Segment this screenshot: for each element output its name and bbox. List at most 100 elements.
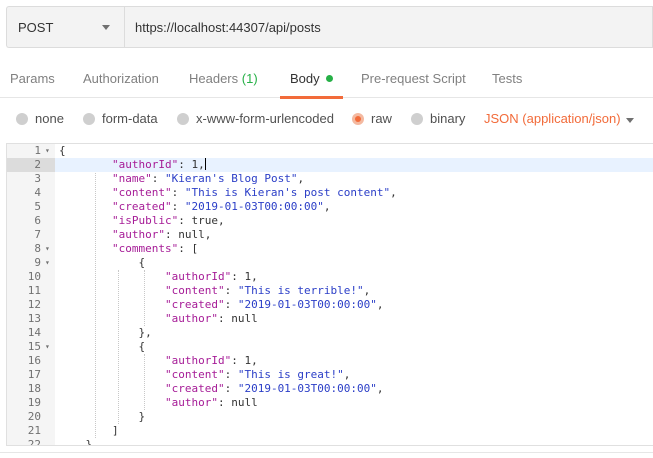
code-line[interactable]: 6 "isPublic": true, xyxy=(7,214,653,228)
code-line[interactable]: 20 } xyxy=(7,410,653,424)
code-text: } xyxy=(59,438,92,445)
radio-none[interactable]: none xyxy=(16,111,64,126)
radio-form-data-label: form-data xyxy=(102,111,158,126)
json-key: "content" xyxy=(164,284,225,297)
line-number: 11 xyxy=(27,284,41,297)
json-punctuation xyxy=(59,396,165,409)
json-key: "isPublic" xyxy=(111,214,179,227)
code-line[interactable]: 10 "authorId": 1, xyxy=(7,270,653,284)
json-string: "This is Kieran's post content" xyxy=(184,186,391,199)
tab-body[interactable]: Body xyxy=(280,60,343,99)
json-punctuation xyxy=(59,200,112,213)
code-line[interactable]: 16 "authorId": 1, xyxy=(7,354,653,368)
json-key: "content" xyxy=(111,186,172,199)
json-punctuation xyxy=(59,186,112,199)
code-line[interactable]: 8 ▾ "comments": [ xyxy=(7,242,653,256)
code-line[interactable]: 22 } xyxy=(7,438,653,445)
json-key: "authorId" xyxy=(111,158,179,171)
code-line[interactable]: 1 ▾{ xyxy=(7,144,653,158)
tab-headers[interactable]: Headers (1) xyxy=(179,60,268,98)
line-number: 21 xyxy=(27,424,41,437)
code-text: { xyxy=(59,144,66,158)
code-line[interactable]: 14 }, xyxy=(7,326,653,340)
method-select[interactable]: POST xyxy=(6,6,124,48)
code-line[interactable]: 12 "created": "2019-01-03T00:00:00", xyxy=(7,298,653,312)
line-number: 4 xyxy=(34,186,41,199)
code-text: "author": null xyxy=(59,396,258,410)
json-punctuation: : null xyxy=(217,396,258,409)
content-type-select[interactable]: JSON (application/json) xyxy=(484,111,621,126)
json-string: "2019-01-03T00:00:00" xyxy=(184,200,324,213)
json-punctuation: : xyxy=(151,172,165,185)
tab-authorization[interactable]: Authorization xyxy=(73,60,169,98)
json-key: "comments" xyxy=(111,242,179,255)
radio-urlencoded[interactable]: x-www-form-urlencoded xyxy=(177,111,334,126)
chevron-down-icon xyxy=(102,25,110,30)
radio-circle-icon xyxy=(177,112,189,125)
fold-caret-icon[interactable]: ▾ xyxy=(45,256,55,270)
json-key: "author" xyxy=(164,312,218,325)
fold-caret-icon[interactable]: ▾ xyxy=(45,340,55,354)
body-type-options: none form-data x-www-form-urlencoded raw… xyxy=(0,104,653,134)
code-line[interactable]: 21 ] xyxy=(7,424,653,438)
radio-binary-label: binary xyxy=(430,111,466,126)
radio-raw[interactable]: raw xyxy=(352,111,392,126)
tab-prerequest-script[interactable]: Pre-request Script xyxy=(351,60,476,98)
json-punctuation: ] xyxy=(59,424,119,437)
json-punctuation: : xyxy=(224,368,238,381)
request-tabs: Params Authorization Headers (1) Body Pr… xyxy=(0,60,653,99)
code-line[interactable]: 4 "content": "This is Kieran's post cont… xyxy=(7,186,653,200)
code-line[interactable]: 17 "content": "This is great!", xyxy=(7,368,653,382)
json-punctuation: : [ xyxy=(178,242,199,255)
code-line[interactable]: 7 "author": null, xyxy=(7,228,653,242)
radio-circle-icon xyxy=(16,112,28,125)
code-line[interactable]: 18 "created": "2019-01-03T00:00:00", xyxy=(7,382,653,396)
json-punctuation xyxy=(59,172,112,185)
line-number: 10 xyxy=(27,270,41,283)
body-indicator-dot xyxy=(325,75,333,82)
code-line[interactable]: 3 "name": "Kieran's Blog Post", xyxy=(7,172,653,186)
json-punctuation: : null xyxy=(217,312,258,325)
code-line[interactable]: 19 "author": null xyxy=(7,396,653,410)
code-text: { xyxy=(59,256,145,270)
json-punctuation xyxy=(59,284,165,297)
radio-selected-icon xyxy=(352,112,364,125)
json-string: "Kieran's Blog Post" xyxy=(164,172,298,185)
tab-params[interactable]: Params xyxy=(0,60,65,98)
code-line[interactable]: 15 ▾ { xyxy=(7,340,653,354)
radio-form-data[interactable]: form-data xyxy=(83,111,158,126)
json-string: "This is great!" xyxy=(237,368,344,381)
code-line[interactable]: 2 "authorId": 1, xyxy=(7,158,653,172)
json-key: "authorId" xyxy=(164,270,232,283)
json-punctuation: : xyxy=(224,298,238,311)
code-text: "created": "2019-01-03T00:00:00", xyxy=(59,200,331,214)
code-line[interactable]: 5 "created": "2019-01-03T00:00:00", xyxy=(7,200,653,214)
line-number: 13 xyxy=(27,312,41,325)
chevron-down-icon[interactable] xyxy=(626,118,634,123)
fold-caret-icon[interactable]: ▾ xyxy=(45,242,55,256)
method-label: POST xyxy=(18,19,54,35)
code-text: "authorId": 1, xyxy=(59,158,206,172)
json-punctuation xyxy=(59,242,112,255)
body-editor[interactable]: 1 ▾{2 "authorId": 1, 3 "name": "Kieran's B… xyxy=(6,143,653,446)
code-line[interactable]: 13 "author": null xyxy=(7,312,653,326)
code-text: "name": "Kieran's Blog Post", xyxy=(59,172,304,186)
code-line[interactable]: 11 "content": "This is terrible!", xyxy=(7,284,653,298)
code-text: "created": "2019-01-03T00:00:00", xyxy=(59,382,384,396)
code-line[interactable]: 9 ▾ { xyxy=(7,256,653,270)
code-text: "created": "2019-01-03T00:00:00", xyxy=(59,298,384,312)
radio-raw-label: raw xyxy=(371,111,392,126)
line-number: 16 xyxy=(27,354,41,367)
code-text: "content": "This is terrible!", xyxy=(59,284,370,298)
code-lines: 1 ▾{2 "authorId": 1, 3 "name": "Kieran's B… xyxy=(7,144,653,445)
tab-tests[interactable]: Tests xyxy=(482,60,532,98)
json-punctuation: , xyxy=(343,368,351,381)
json-punctuation: , xyxy=(376,382,384,395)
radio-binary[interactable]: binary xyxy=(411,111,465,126)
json-key: "created" xyxy=(111,200,172,213)
json-punctuation: : 1, xyxy=(178,158,205,171)
text-cursor xyxy=(204,158,206,170)
json-string: "2019-01-03T00:00:00" xyxy=(237,382,377,395)
fold-caret-icon[interactable]: ▾ xyxy=(45,144,55,158)
url-input[interactable]: https://localhost:44307/api/posts xyxy=(124,6,653,48)
